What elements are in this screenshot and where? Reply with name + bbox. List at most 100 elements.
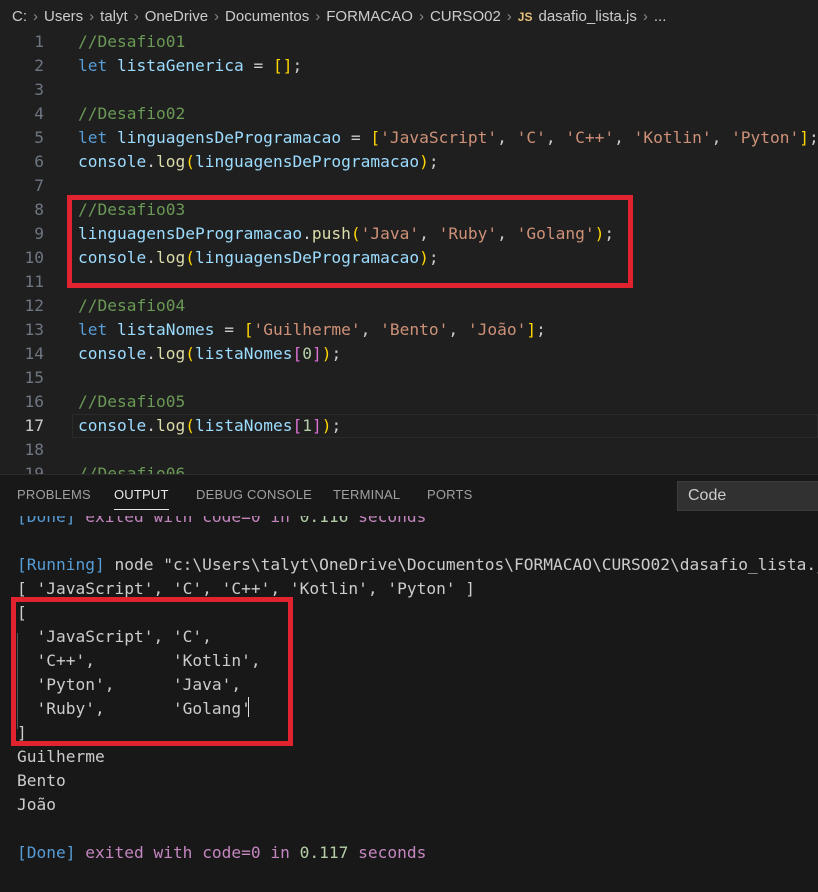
output-text: code=0 <box>202 843 261 862</box>
code-string: 'Kotlin' <box>633 128 712 147</box>
code-line[interactable]: 6 console.log(linguagensDeProgramacao); <box>0 150 818 174</box>
code-string: 'C++' <box>565 128 615 147</box>
code-bracket: ( <box>185 416 195 435</box>
code-line[interactable]: 18 <box>0 438 818 462</box>
chevron-right-icon: › <box>315 8 321 25</box>
code-variable: listaNomes <box>117 320 215 339</box>
code-punct: . <box>146 344 156 363</box>
output-text: seconds <box>348 843 427 862</box>
output-number: 0.117 <box>299 843 349 862</box>
code-comment: //Desafio06 <box>78 464 186 474</box>
code-line[interactable]: 2 let listaGenerica = []; <box>0 54 818 78</box>
breadcrumb-file[interactable]: dasafio_lista.js <box>538 8 636 25</box>
output-line: Bento <box>17 771 66 790</box>
code-bracket: ( <box>185 344 195 363</box>
code-object: console <box>78 344 147 363</box>
code-bracket: [ <box>370 128 381 147</box>
breadcrumb-item[interactable]: OneDrive <box>145 8 208 25</box>
code-string: 'João' <box>467 320 527 339</box>
output-line: [Running] node "c:\Users\talyt\OneDrive\… <box>17 553 818 577</box>
code-line[interactable]: 16 //Desafio05 <box>0 390 818 414</box>
code-variable: linguagensDeProgramacao <box>117 128 342 147</box>
code-punct: ; <box>331 416 342 435</box>
breadcrumb-item[interactable]: CURSO02 <box>430 8 501 25</box>
line-number: 18 <box>24 440 45 459</box>
code-number: 0 <box>302 344 312 363</box>
code-object: console <box>78 152 147 171</box>
line-number: 8 <box>34 200 44 219</box>
code-operator: = <box>214 320 244 339</box>
breadcrumb-item[interactable]: talyt <box>100 8 128 25</box>
line-number: 10 <box>24 248 45 267</box>
code-line-active[interactable]: 17 console.log(listaNomes[1]); <box>0 414 818 438</box>
code-editor[interactable]: 1//Desafio01 2 let listaGenerica = []; 3 … <box>0 30 818 474</box>
code-line[interactable]: 1 //Desafio01 <box>0 30 818 54</box>
line-number: 19 <box>24 464 45 474</box>
highlight-annotation <box>11 597 293 746</box>
code-function: log <box>155 416 186 435</box>
tab-terminal[interactable]: TERMINAL <box>333 487 400 502</box>
code-keyword: let <box>78 56 108 75</box>
code-bracket: ] <box>799 128 810 147</box>
chevron-right-icon: › <box>214 8 220 25</box>
code-variable: listaGenerica <box>117 56 244 75</box>
code-bracket: ) <box>321 344 332 363</box>
code-line[interactable]: 19 //Desafio06 <box>0 462 818 474</box>
code-operator: = <box>341 128 371 147</box>
code-punct: ; <box>428 152 439 171</box>
code-line[interactable]: 12 //Desafio04 <box>0 294 818 318</box>
tab-output[interactable]: OUTPUT <box>114 487 169 510</box>
tab-ports[interactable]: PORTS <box>427 487 473 502</box>
code-bracket: [ <box>292 416 303 435</box>
code-string: 'JavaScript' <box>380 128 498 147</box>
code-keyword: let <box>78 128 108 147</box>
line-number: 1 <box>34 32 44 51</box>
code-line[interactable]: 14 console.log(listaNomes[0]); <box>0 342 818 366</box>
output-line: [Done] exited with code=0 in 0.116 secon… <box>17 516 426 529</box>
line-number: 3 <box>34 80 44 99</box>
output-text: seconds <box>348 516 427 526</box>
tab-problems[interactable]: PROBLEMS <box>17 487 91 502</box>
output-panel[interactable]: [Done] exited with code=0 in 0.116 secon… <box>0 516 818 892</box>
code-line[interactable]: 5 let linguagensDeProgramacao = ['JavaScr… <box>0 126 818 150</box>
javascript-file-icon: JS <box>517 10 533 24</box>
output-text: exited with <box>75 516 203 526</box>
output-line: [Done] exited with code=0 in 0.117 secon… <box>17 841 426 865</box>
output-line: Guilherme <box>17 747 105 766</box>
line-number: 12 <box>24 296 45 315</box>
code-line[interactable]: 15 <box>0 366 818 390</box>
line-number: 6 <box>34 152 44 171</box>
output-text: in <box>260 516 300 526</box>
breadcrumb-item[interactable]: Documentos <box>225 8 309 25</box>
code-line[interactable]: 4 //Desafio02 <box>0 102 818 126</box>
line-number: 2 <box>34 56 44 75</box>
line-number: 11 <box>24 272 45 291</box>
code-line[interactable]: 13 let listaNomes = ['Guilherme', 'Bento'… <box>0 318 818 342</box>
breadcrumb-more[interactable]: ... <box>654 8 667 25</box>
code-bracket: ] <box>282 56 293 75</box>
output-text: node "c:\Users\talyt\OneDrive\Documentos… <box>104 555 818 574</box>
output-channel-select[interactable]: Code <box>677 481 818 511</box>
code-comment: //Desafio01 <box>78 32 186 51</box>
code-variable: linguagensDeProgramacao <box>194 152 420 171</box>
code-punct: ; <box>331 344 342 363</box>
output-number: 0.116 <box>299 516 349 526</box>
code-function: log <box>155 152 186 171</box>
code-number: 1 <box>302 416 312 435</box>
code-bracket: ] <box>311 416 322 435</box>
output-tag: [Running] <box>17 555 105 574</box>
line-number: 17 <box>24 416 45 435</box>
chevron-right-icon: › <box>506 8 512 25</box>
line-number: 4 <box>34 104 44 123</box>
code-string: 'C' <box>516 128 546 147</box>
code-keyword: let <box>78 320 108 339</box>
code-punct: ; <box>809 128 818 147</box>
chevron-right-icon: › <box>133 8 139 25</box>
code-punct: . <box>146 152 156 171</box>
tab-debug-console[interactable]: DEBUG CONSOLE <box>196 487 312 502</box>
code-variable: listaNomes <box>194 416 293 435</box>
breadcrumb-item[interactable]: FORMACAO <box>326 8 413 25</box>
breadcrumb-item[interactable]: C: <box>12 8 27 25</box>
breadcrumb-item[interactable]: Users <box>44 8 83 25</box>
code-line[interactable]: 3 <box>0 78 818 102</box>
